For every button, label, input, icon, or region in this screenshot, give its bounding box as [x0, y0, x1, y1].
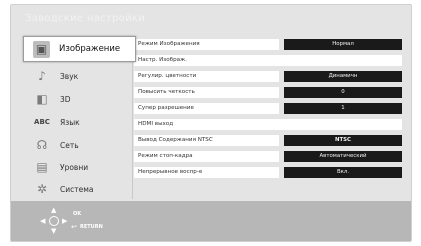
setting-value: 1: [284, 103, 402, 114]
setting-value: Вкл.: [284, 167, 402, 178]
setting-label: Настр. Изображ.: [134, 55, 402, 66]
language-icon: ABC: [34, 118, 50, 126]
sidebar-item-label: Уровни: [60, 162, 89, 172]
sidebar-item-system[interactable]: ✲ Система: [24, 179, 134, 199]
3d-icon: ◧: [36, 92, 48, 106]
setting-label: Непрерывное воспр-е: [134, 167, 279, 178]
setting-value: NTSC: [284, 135, 402, 146]
network-icon: ☊: [36, 138, 48, 152]
dpad-icon: ▲ ▼ ◀ ▶: [40, 206, 68, 235]
sidebar-item-sound[interactable]: ♪ Звук: [24, 66, 134, 86]
picture-icon: ▣: [33, 40, 50, 58]
sidebar-item-label: Система: [60, 184, 94, 194]
setting-value: Динамичн: [284, 71, 402, 82]
page-title: Заводские настройки: [25, 13, 146, 24]
setting-label: Регулир. цветности: [134, 71, 279, 82]
footer-hint-bar: ▲ ▼ ◀ ▶ OK ↩ RETURN: [11, 201, 411, 241]
levels-icon: ▤: [36, 160, 48, 174]
setting-label: Повысить четкость: [134, 87, 279, 98]
sound-icon: ♪: [38, 69, 46, 83]
divider: [132, 39, 133, 199]
sidebar-item-label: Язык: [60, 117, 80, 127]
setting-row-picture-adjust[interactable]: Настр. Изображ.: [134, 55, 402, 66]
sidebar-item-label: 3D: [60, 94, 71, 104]
ok-hint-label: OK: [73, 211, 82, 217]
return-hint-label: RETURN: [80, 224, 103, 230]
sidebar-item-3d[interactable]: ◧ 3D: [24, 89, 134, 109]
system-icon: ✲: [36, 182, 48, 196]
sidebar-item-language[interactable]: ABC Язык: [24, 112, 134, 132]
setting-label: Вывод Содержания NTSC: [134, 135, 279, 146]
setting-row-super-resolution[interactable]: Супер разрешение 1: [134, 103, 402, 114]
sidebar-item-label: Сеть: [60, 140, 79, 150]
sidebar: ▣ Изображение ♪ Звук ◧ 3D ABC Язык ☊ Сет…: [23, 36, 136, 199]
setting-row-picture-mode[interactable]: Режим Изображения Нормал: [134, 39, 402, 50]
setting-label: HDMI выход: [134, 119, 402, 130]
settings-screen: Заводские настройки ▣ Изображение ♪ Звук…: [10, 4, 412, 242]
setting-label: Режим Изображения: [134, 39, 279, 50]
setting-row-chroma[interactable]: Регулир. цветности Динамичн: [134, 71, 402, 82]
sidebar-item-picture[interactable]: ▣ Изображение: [23, 36, 136, 62]
sidebar-item-network[interactable]: ☊ Сеть: [24, 135, 134, 155]
setting-value: Нормал: [284, 39, 402, 50]
setting-row-sharpness[interactable]: Повысить четкость 0: [134, 87, 402, 98]
setting-value: 0: [284, 87, 402, 98]
sidebar-item-label: Звук: [60, 71, 79, 81]
setting-label: Режим стоп-кадра: [134, 151, 279, 162]
setting-row-ntsc-output[interactable]: Вывод Содержания NTSC NTSC: [134, 135, 402, 146]
setting-row-still-mode[interactable]: Режим стоп-кадра Автоматический: [134, 151, 402, 162]
setting-row-hdmi-output[interactable]: HDMI выход: [134, 119, 402, 130]
return-icon: ↩: [71, 223, 77, 231]
setting-value: Автоматический: [284, 151, 402, 162]
setting-label: Супер разрешение: [134, 103, 279, 114]
sidebar-item-label: Изображение: [59, 44, 121, 54]
sidebar-item-levels[interactable]: ▤ Уровни: [24, 157, 134, 177]
setting-row-seamless-play[interactable]: Непрерывное воспр-е Вкл.: [134, 167, 402, 178]
